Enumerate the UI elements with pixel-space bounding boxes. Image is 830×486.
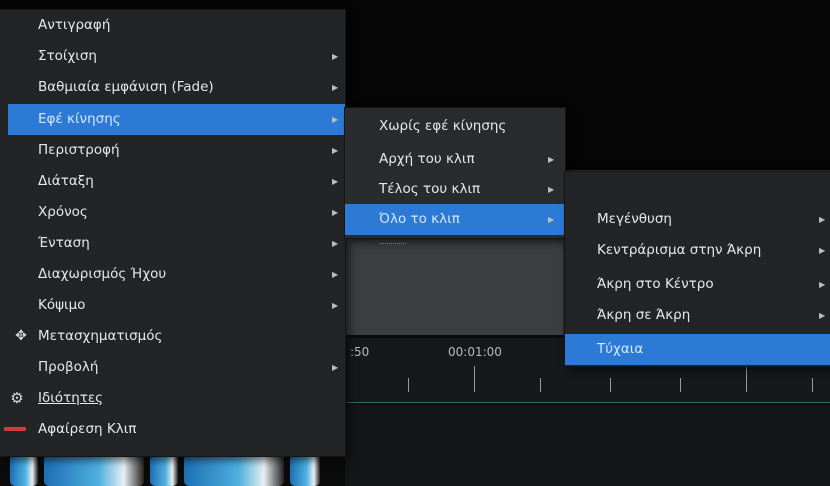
- menu-item-label: Ένταση: [38, 235, 90, 251]
- menu-item-no-motion[interactable]: Χωρίς εφέ κίνησης: [345, 111, 565, 142]
- menu-item-random[interactable]: Τύχαια: [565, 334, 830, 365]
- whole-clip-submenu: Μεγένθυση ▶ Κεντράρισμα στην Άκρη ▶ Άκρη…: [565, 172, 830, 366]
- menu-item-label: Αρχή του κλιπ: [379, 151, 475, 167]
- menu-item-time[interactable]: Χρόνος ▶: [0, 197, 345, 228]
- menu-item-label: Ιδιότητες: [38, 390, 104, 406]
- menu-item-label: Χωρίς εφέ κίνησης: [379, 118, 507, 134]
- menu-item-rotation[interactable]: Περιστροφή ▶: [0, 135, 345, 166]
- menu-item-whole-clip[interactable]: Όλο το κλιπ ▶: [345, 204, 565, 235]
- chevron-right-icon: ▶: [819, 311, 826, 320]
- menu-item-label: Αντιγραφή: [38, 17, 111, 33]
- chevron-right-icon: ▶: [819, 280, 826, 289]
- menu-item-label: Στοίχιση: [38, 48, 97, 64]
- ruler-tick: [408, 378, 409, 392]
- menu-item-label: Μετασχηματισμός: [38, 328, 163, 344]
- ruler-tick: [812, 378, 813, 392]
- menu-item-zoom[interactable]: Μεγένθυση ▶: [565, 204, 830, 235]
- clip-context-menu: Αντιγραφή Στοίχιση ▶ Βαθμιαία εμφάνιση (…: [0, 10, 345, 456]
- ruler-tick: [680, 378, 681, 392]
- menu-item-label: Άκρη σε Άκρη: [597, 307, 691, 323]
- menu-item-motion-effects[interactable]: Εφέ κίνησης ▶: [8, 104, 345, 135]
- clip-thumbnail[interactable]: [150, 454, 178, 486]
- ruler-time-mid: 00:01:00: [448, 345, 502, 359]
- menu-item-label: Προβολή: [38, 359, 99, 375]
- clip-thumbnail[interactable]: [184, 454, 284, 486]
- menu-item-view[interactable]: Προβολή ▶: [0, 352, 345, 383]
- menu-item-label: Περιστροφή: [38, 142, 120, 158]
- menu-item-separate-audio[interactable]: Διαχωρισμός Ήχου ▶: [0, 259, 345, 290]
- chevron-right-icon: ▶: [332, 239, 339, 248]
- menu-item-edge-to-center[interactable]: Άκρη στο Κέντρο ▶: [565, 269, 830, 300]
- menu-item-transform[interactable]: ✥ Μετασχηματισμός: [0, 321, 345, 352]
- clip-thumbnail[interactable]: [44, 454, 144, 486]
- menu-item-copy[interactable]: Αντιγραφή: [0, 10, 345, 41]
- chevron-right-icon: ▶: [332, 208, 339, 217]
- chevron-right-icon: ▶: [819, 246, 826, 255]
- ruler-tick: [746, 366, 747, 392]
- menu-item-cut[interactable]: Κόψιμο ▶: [0, 290, 345, 321]
- chevron-right-icon: ▶: [332, 146, 339, 155]
- menu-item-label: Βαθμιαία εμφάνιση (Fade): [38, 79, 214, 95]
- motion-effects-submenu: Χωρίς εφέ κίνησης Αρχή του κλιπ ▶ Τέλος …: [345, 108, 565, 238]
- chevron-right-icon: ▶: [332, 177, 339, 186]
- chevron-right-icon: ▶: [548, 155, 555, 164]
- preview-area: [345, 238, 563, 335]
- menu-item-fade[interactable]: Βαθμιαία εμφάνιση (Fade) ▶: [0, 72, 345, 103]
- menu-item-arrange[interactable]: Διάταξη ▶: [0, 166, 345, 197]
- menu-item-label: Κεντράρισμα στην Άκρη: [597, 242, 762, 258]
- clip-thumbnails[interactable]: [0, 454, 345, 486]
- clip-thumbnail[interactable]: [290, 454, 320, 486]
- chevron-right-icon: ▶: [548, 185, 555, 194]
- chevron-right-icon: ▶: [332, 83, 339, 92]
- chevron-right-icon: ▶: [332, 270, 339, 279]
- gear-icon: ⚙: [10, 389, 24, 407]
- menu-item-remove-clip[interactable]: Αφαίρεση Κλιπ: [0, 414, 345, 445]
- menu-item-label: Χρόνος: [38, 204, 88, 220]
- menu-item-label: Μεγένθυση: [597, 211, 672, 227]
- chevron-right-icon: ▶: [332, 301, 339, 310]
- menu-item-label: Τύχαια: [597, 341, 644, 357]
- menu-item-properties[interactable]: ⚙ Ιδιότητες: [0, 383, 345, 414]
- menu-item-label: Εφέ κίνησης: [38, 111, 121, 127]
- ruler-time-left: :50: [350, 345, 370, 359]
- timeline-track[interactable]: [345, 404, 830, 486]
- menu-item-label: Διαχωρισμός Ήχου: [38, 266, 167, 282]
- chevron-right-icon: ▶: [819, 215, 826, 224]
- menu-item-clip-end[interactable]: Τέλος του κλιπ ▶: [345, 174, 565, 205]
- ruler-tick: [540, 378, 541, 392]
- menu-item-edge-to-edge[interactable]: Άκρη σε Άκρη ▶: [565, 300, 830, 331]
- track-line: [345, 402, 830, 403]
- menu-item-label: Διάταξη: [38, 173, 94, 189]
- menu-item-label: Τέλος του κλιπ: [379, 181, 481, 197]
- chevron-right-icon: ▶: [332, 115, 339, 124]
- ruler-tick: [610, 378, 611, 392]
- menu-item-label: Αφαίρεση Κλιπ: [38, 421, 137, 437]
- chevron-right-icon: ▶: [332, 52, 339, 61]
- remove-icon: [4, 427, 26, 431]
- menu-item-align[interactable]: Στοίχιση ▶: [0, 41, 345, 72]
- menu-item-volume[interactable]: Ένταση ▶: [0, 228, 345, 259]
- menu-item-label: Όλο το κλιπ: [379, 211, 460, 227]
- chevron-right-icon: ▶: [548, 215, 555, 224]
- menu-item-clip-start[interactable]: Αρχή του κλιπ ▶: [345, 144, 565, 175]
- menu-item-center-to-edge[interactable]: Κεντράρισμα στην Άκρη ▶: [565, 235, 830, 266]
- menu-item-label: Κόψιμο: [38, 297, 86, 313]
- chevron-right-icon: ▶: [332, 363, 339, 372]
- menu-divider: [380, 243, 406, 244]
- move-icon: ✥: [15, 328, 27, 344]
- ruler-tick: [474, 366, 475, 392]
- menu-item-label: Άκρη στο Κέντρο: [597, 276, 714, 292]
- clip-thumbnail[interactable]: [10, 454, 38, 486]
